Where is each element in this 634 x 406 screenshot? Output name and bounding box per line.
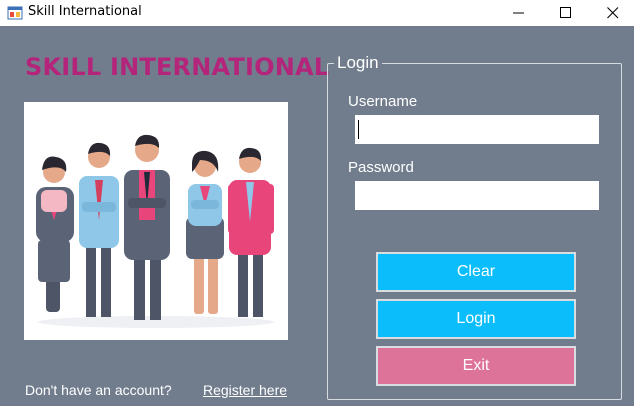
exit-button[interactable]: Exit (376, 346, 576, 386)
login-groupbox-legend: Login (334, 53, 382, 73)
brand-heading: SKILL INTERNATIONAL (25, 53, 330, 81)
minimize-icon (513, 12, 524, 14)
register-link[interactable]: Register here (203, 382, 287, 398)
clear-button[interactable]: Clear (376, 252, 576, 292)
username-field[interactable] (355, 115, 599, 144)
minimize-button[interactable] (496, 0, 542, 26)
login-button[interactable]: Login (376, 299, 576, 339)
password-label: Password (348, 159, 414, 176)
password-field[interactable] (355, 181, 599, 210)
close-button[interactable] (590, 0, 634, 26)
maximize-button[interactable] (543, 0, 589, 26)
form-client-area: SKILL INTERNATIONAL Don't have an accoun… (0, 26, 634, 406)
no-account-prompt: Don't have an account? (25, 382, 172, 398)
team-illustration (24, 102, 288, 340)
username-label: Username (348, 93, 418, 110)
window-title: Skill International (28, 4, 142, 19)
app-window-icon (7, 6, 23, 20)
text-caret (358, 120, 359, 139)
team-of-people-illustration (36, 134, 274, 328)
close-icon (607, 7, 619, 19)
maximize-icon (560, 7, 571, 18)
title-bar[interactable]: Skill International (0, 0, 634, 27)
